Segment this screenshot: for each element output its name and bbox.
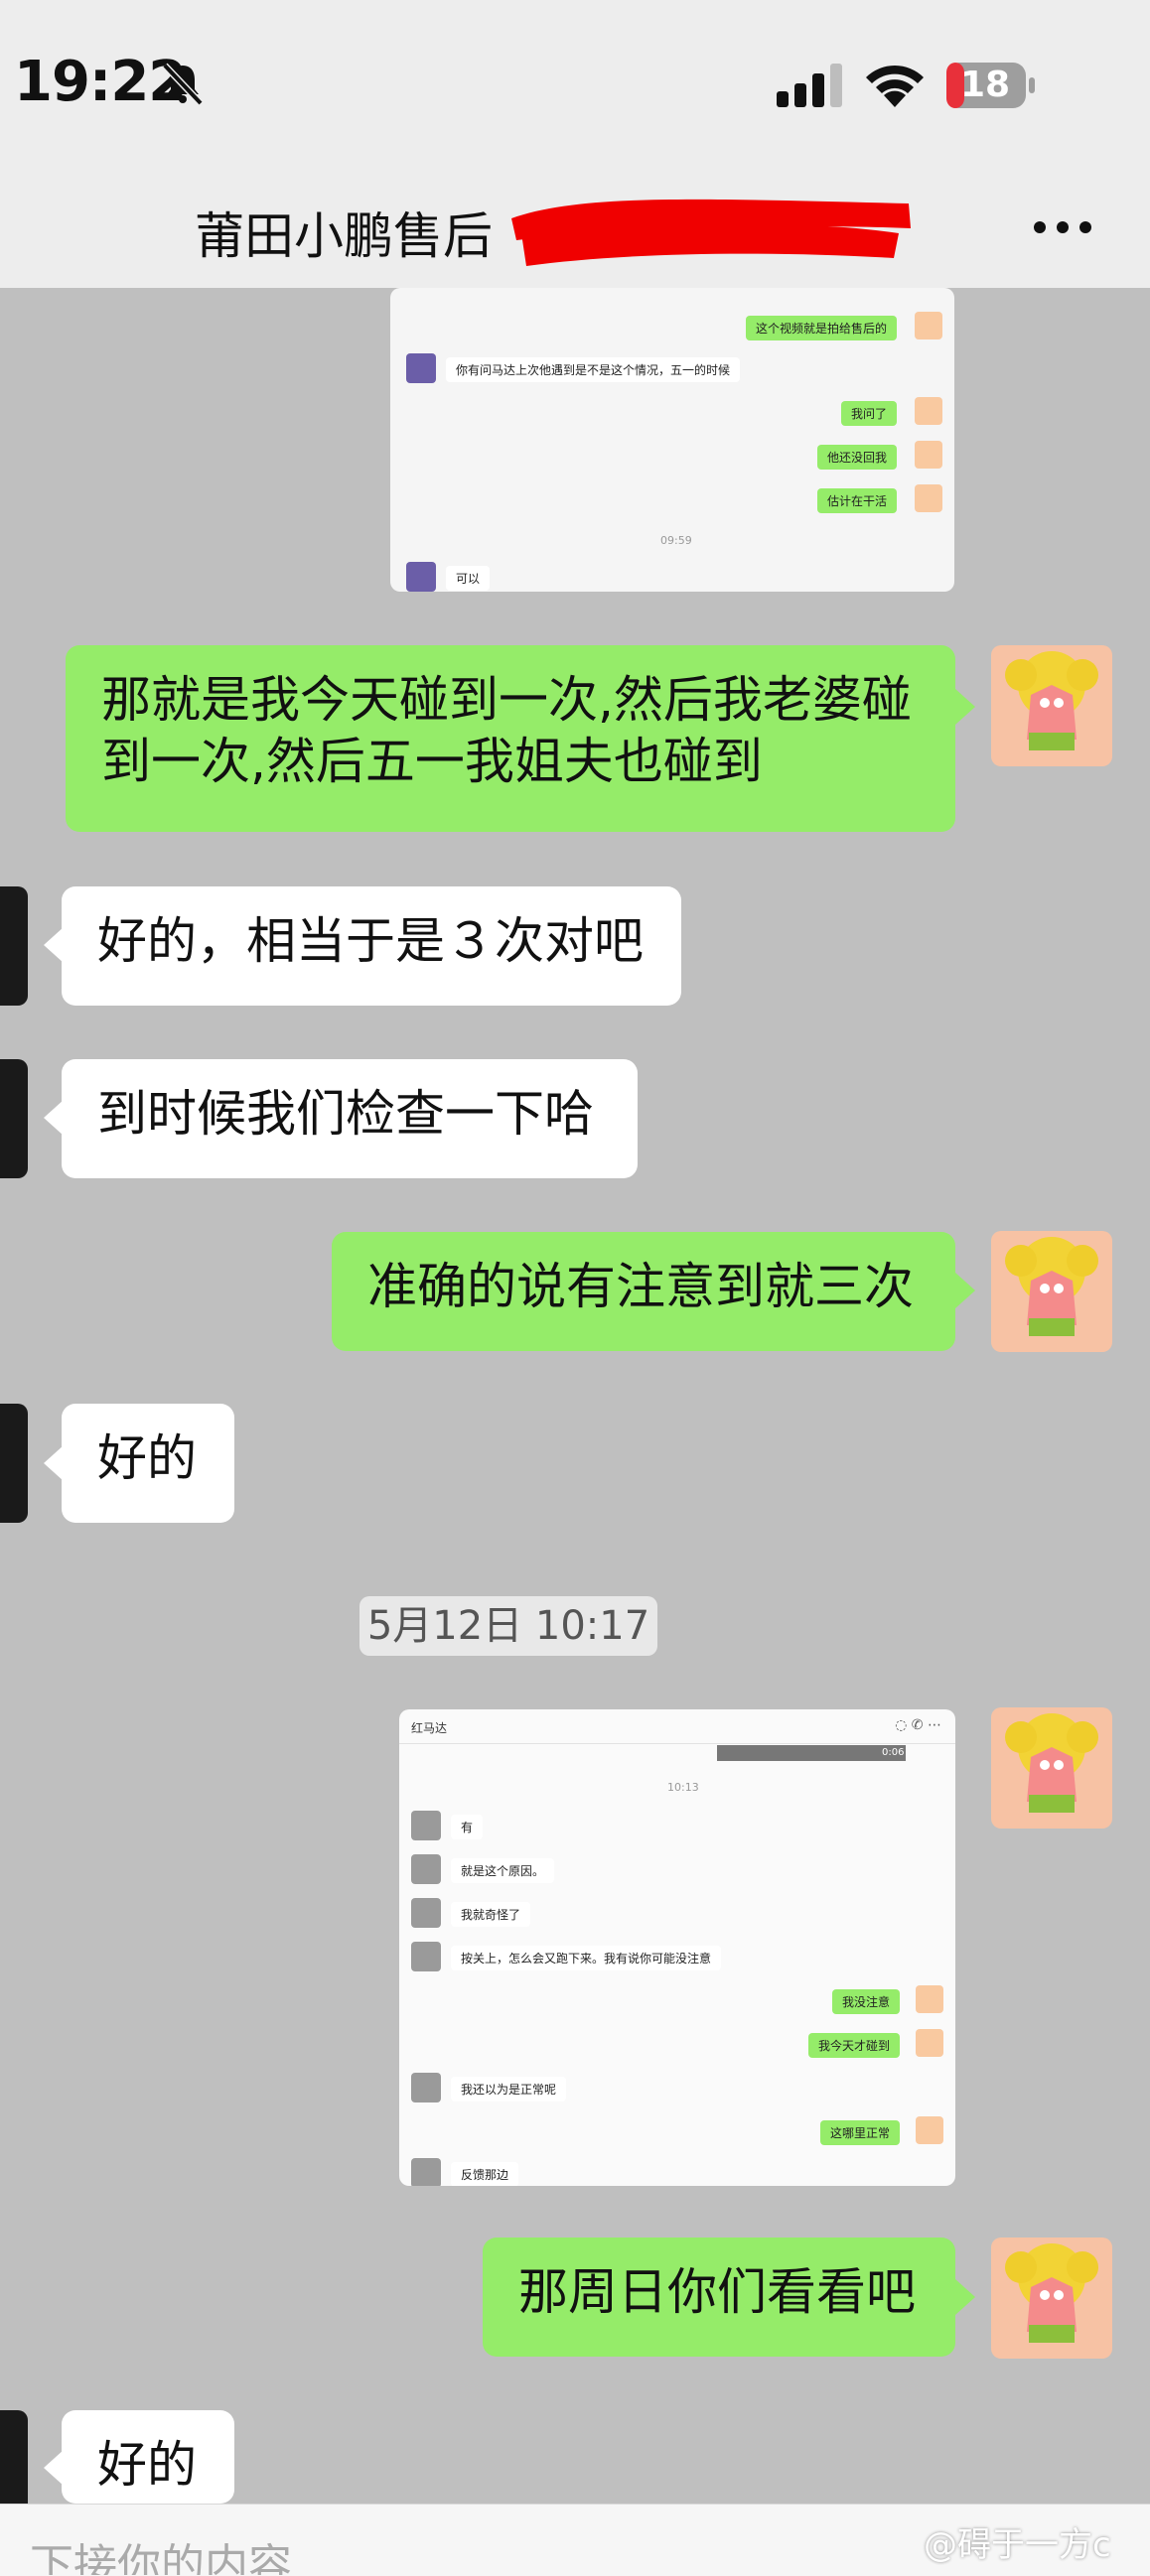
more-horizontal-icon[interactable] (1033, 220, 1092, 234)
bubble-tail (44, 2450, 64, 2486)
chat-title: 莆田小鹏售后 (195, 207, 493, 265)
avatar-contact[interactable] (0, 1059, 28, 1178)
mini-message: 反馈那边 (451, 2162, 519, 2186)
mini-message: 我还以为是正常呢 (451, 2077, 567, 2101)
message-text: 好的 (97, 1429, 197, 1487)
mini-avatar (406, 562, 436, 592)
message-text: 那就是我今天碰到一次,然后我老婆碰到一次,然后五一我姐夫也碰到 (101, 671, 912, 790)
mini-avatar (411, 1898, 441, 1928)
mini-avatar (411, 1942, 441, 1971)
mini-contact-name: 红马达 (411, 1721, 448, 1735)
mini-avatar (406, 353, 436, 383)
message-text: 好的 (97, 2436, 197, 2494)
mini-video-thumb (717, 1745, 906, 1761)
wifi-icon (866, 65, 924, 107)
avatar-self[interactable] (991, 2237, 1112, 2359)
mini-avatar (916, 2116, 943, 2144)
mini-message: 我就奇怪了 (451, 1902, 531, 1927)
message-bubble-sent[interactable]: 准确的说有注意到就三次 (332, 1232, 955, 1351)
message-bubble-received[interactable]: 好的，相当于是３次对吧 (62, 886, 681, 1006)
mini-avatar (411, 2073, 441, 2102)
message-bubble-received[interactable]: 到时候我们检查一下哈 (62, 1059, 638, 1178)
mini-timestamp: 09:59 (660, 534, 692, 547)
bubble-tail (955, 2279, 975, 2315)
image-message-screenshot-1[interactable]: 这个视频就是拍给售后的 你有问马达上次他遇到是不是这个情况，五一的时候 我问了 … (390, 288, 954, 592)
message-text: 到时候我们检查一下哈 (97, 1085, 594, 1143)
mini-message: 我今天才碰到 (807, 2033, 900, 2058)
mini-message: 他还没回我 (816, 445, 897, 470)
message-text: 准确的说有注意到就三次 (367, 1258, 914, 1315)
mini-message: 可以 (446, 566, 491, 591)
message-bubble-received[interactable]: 好的 (62, 2410, 234, 2504)
bell-slash-icon (162, 63, 204, 106)
mini-message: 估计在干活 (816, 488, 897, 513)
mini-divider (399, 1743, 955, 1744)
mini-avatar (411, 1811, 441, 1840)
bubble-tail (44, 1100, 64, 1136)
mini-message: 这哪里正常 (819, 2120, 900, 2145)
mini-message: 我问了 (840, 401, 897, 426)
mini-avatar (915, 397, 942, 425)
avatar-contact[interactable] (0, 886, 28, 1006)
bubble-tail (955, 689, 975, 725)
mini-video-duration: 0:06 (882, 1747, 905, 1758)
message-bubble-sent[interactable]: 那就是我今天碰到一次,然后我老婆碰到一次,然后五一我姐夫也碰到 (66, 645, 955, 832)
message-text: 好的，相当于是３次对吧 (97, 912, 644, 970)
mini-avatar (915, 484, 942, 512)
avatar-self[interactable] (991, 645, 1112, 766)
mini-message: 这个视频就是拍给售后的 (745, 316, 897, 340)
message-input[interactable]: 下接你的内容 (30, 2529, 924, 2575)
bubble-tail (44, 927, 64, 963)
message-bubble-received[interactable]: 好的 (62, 1404, 234, 1523)
avatar-self[interactable] (991, 1231, 1112, 1352)
mini-message: 我没注意 (831, 1989, 900, 2014)
message-bubble-sent[interactable]: 那周日你们看看吧 (483, 2237, 955, 2357)
mini-avatar (915, 441, 942, 469)
chat-timestamp: 5月12日 10:17 (359, 1596, 657, 1656)
mini-avatar (916, 1985, 943, 2013)
mini-message: 你有问马达上次他遇到是不是这个情况，五一的时候 (446, 357, 741, 382)
message-text: 那周日你们看看吧 (518, 2263, 916, 2321)
mini-message: 就是这个原因。 (451, 1858, 555, 1883)
avatar-self[interactable] (991, 1707, 1112, 1829)
mini-avatar (916, 2029, 943, 2057)
mini-avatar (915, 312, 942, 339)
bubble-tail (955, 1273, 975, 1308)
cellular-signal-icon (777, 64, 842, 107)
mini-message: 按关上，怎么会又跑下来。我有说你可能没注意 (451, 1946, 722, 1970)
bubble-tail (44, 1445, 64, 1481)
mini-timestamp: 10:13 (667, 1781, 699, 1794)
watermark: @碍于一方c (924, 2525, 1111, 2565)
image-message-screenshot-2[interactable]: 红马达 ◌ ✆ ⋯ 0:06 10:13 有 就是这个原因。 我就奇怪了 按关上… (399, 1709, 955, 2186)
redaction-scribble (511, 199, 911, 266)
mini-toolbar-icons: ◌ ✆ ⋯ (895, 1717, 941, 1733)
battery-level: 18 (959, 65, 1011, 105)
mini-avatar (411, 2158, 441, 2186)
avatar-contact[interactable] (0, 1404, 28, 1523)
mini-avatar (411, 1854, 441, 1884)
mini-message: 有 (451, 1815, 484, 1839)
